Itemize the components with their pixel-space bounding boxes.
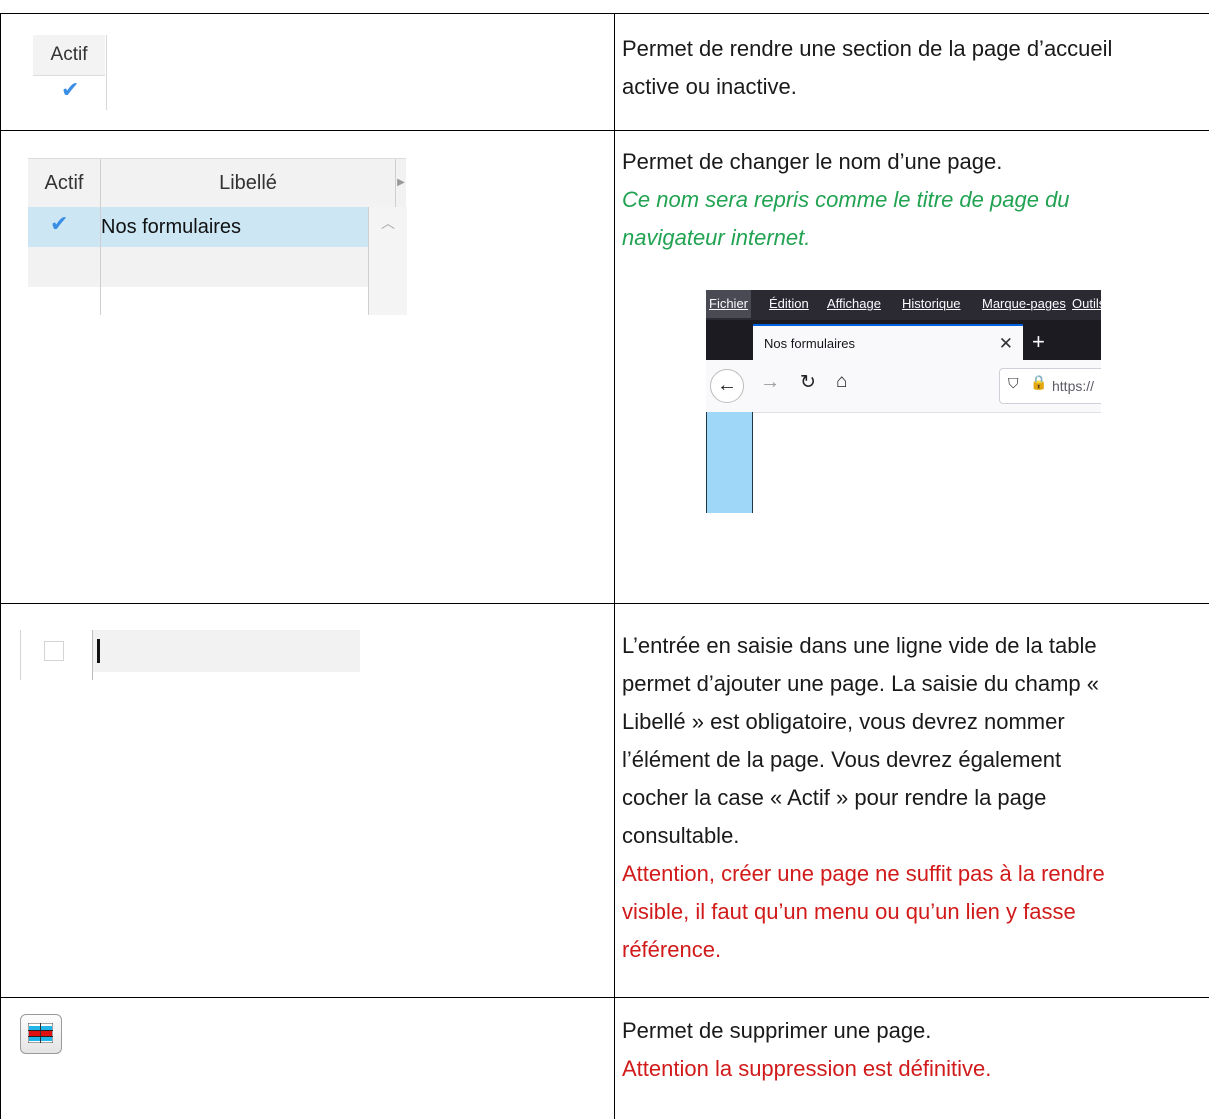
column-header-libelle[interactable]: Libellé [101,159,396,207]
home-icon[interactable]: ⌂ [836,371,847,393]
back-arrow-icon[interactable]: ← [710,369,744,403]
empty-entry-row[interactable] [20,630,360,680]
table-border [0,13,1,1119]
page-sidebar [706,412,753,513]
browser-tab[interactable]: Nos formulaires ✕ [753,324,1023,362]
browser-screenshot: Fichier Édition Affichage Historique Mar… [706,290,1101,513]
row-divider [0,130,1209,131]
url-bar[interactable]: ⛉ 🔒 https:// [999,368,1101,404]
menu-fichier[interactable]: Fichier [706,290,752,318]
menu-historique[interactable]: Historique [902,290,961,318]
forward-arrow-icon[interactable]: → [760,371,780,394]
grid-header: Actif Libellé ▶ [28,158,406,208]
column-header-actif[interactable]: Actif [28,159,101,207]
url-text: https:// [1052,378,1095,394]
row-divider [0,603,1209,604]
shield-icon[interactable]: ⛉ [1008,375,1019,392]
row-divider [0,997,1209,998]
title-note: Ce nom sera repris comme le titre de pag… [622,187,1070,250]
menu-edition[interactable]: Édition [769,290,809,318]
chevron-up-icon[interactable]: ︿ [381,213,395,233]
text-cursor [97,639,100,663]
pages-grid: Actif Libellé ▶ ✔ Nos formulaires ︿ [28,158,407,315]
delete-row-button[interactable] [20,1014,62,1054]
table-border [0,13,1209,14]
row2-description: Permet de changer le nom d’une page. Ce … [622,143,1209,257]
libelle-cell[interactable]: Nos formulaires [101,207,241,247]
menu-marque-pages[interactable]: Marque-pages [982,290,1066,318]
menu-outils[interactable]: Outils [1072,290,1101,318]
close-icon[interactable]: ✕ [999,326,1013,362]
row3-description: L’entrée en saisie dans une ligne vide d… [622,633,1105,962]
table-row[interactable] [28,247,368,287]
actif-checkbox[interactable] [44,641,64,661]
actif-column-widget: Actif ✔ [33,35,107,110]
browser-navbar: ← → ↻ ⌂ ⛉ 🔒 https:// [706,360,1101,413]
table-row[interactable]: ✔ Nos formulaires [28,207,368,247]
delete-row-icon [28,1023,53,1043]
menu-affichage[interactable]: Affichage [827,290,881,318]
row4-description: Permet de supprimer une page. Attention … [622,1018,992,1081]
lock-icon: 🔒 [1030,374,1048,390]
vertical-scrollbar[interactable]: ︿ [368,207,407,315]
checkmark-icon[interactable]: ✔ [50,211,68,237]
tab-title: Nos formulaires [764,336,856,351]
actif-header: Actif [33,35,105,76]
scroll-right-icon[interactable]: ▶ [396,159,406,207]
browser-menubar: Fichier Édition Affichage Historique Mar… [706,290,1101,320]
documentation-table: Actif ✔ Permet de rendre une section de … [0,0,1209,1119]
column-divider [614,13,615,1119]
reload-icon[interactable]: ↻ [800,371,816,394]
checkmark-icon[interactable]: ✔ [61,77,79,103]
new-tab-icon[interactable]: + [1032,328,1045,356]
row1-description: Permet de rendre une section de la page … [622,36,1113,99]
